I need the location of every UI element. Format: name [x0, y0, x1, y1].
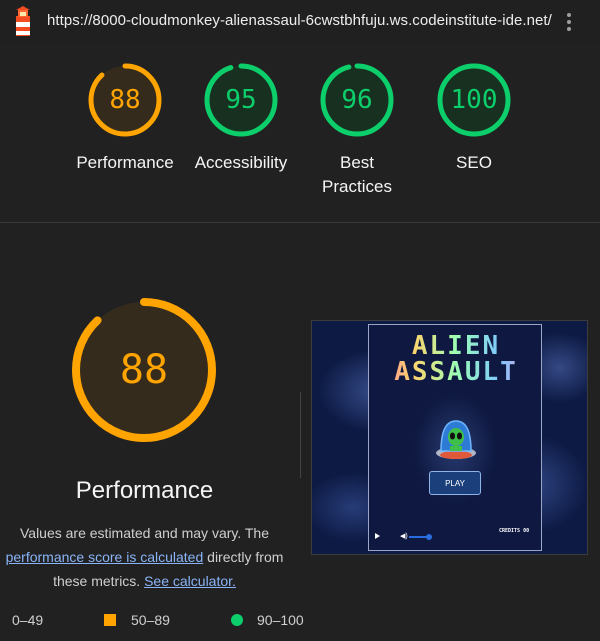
performance-description: Values are estimated and may vary. The p… — [5, 525, 284, 589]
top-bar: https://8000-cloudmonkey-alienassaul-6cw… — [0, 0, 600, 44]
game-title-line2: ASSAULT — [369, 359, 543, 386]
score-calculated-link[interactable]: performance score is calculated — [6, 549, 204, 565]
gauge-label: Best Practices — [322, 153, 392, 196]
final-screenshot[interactable]: ALIEN ASSAULT PLAY CREDITS 00 ◀) — [311, 320, 588, 555]
score-gauge: 96 — [320, 63, 394, 137]
legend-fail: 0–49 — [12, 612, 43, 628]
page-url[interactable]: https://8000-cloudmonkey-alienassaul-6cw… — [47, 12, 552, 29]
lighthouse-logo-icon — [16, 6, 30, 36]
gauge-label: Accessibility — [194, 153, 288, 172]
legend-average: 50–89 — [104, 612, 170, 628]
score-gauge: 95 — [204, 63, 278, 137]
category-title: Performance — [75, 477, 214, 504]
average-square-icon — [104, 614, 116, 626]
volume-slider-thumb[interactable] — [426, 534, 432, 540]
audio-play-icon[interactable] — [375, 533, 380, 539]
volume-icon[interactable]: ◀) — [400, 532, 408, 540]
alien-ufo-icon — [436, 420, 476, 459]
legend-pass: 90–100 — [231, 612, 304, 628]
gauge-label: SEO — [456, 153, 492, 172]
legend-pass-range: 90–100 — [257, 612, 304, 628]
game-frame: ALIEN ASSAULT PLAY CREDITS 00 ◀) — [368, 324, 542, 551]
score-gauge: 88 — [88, 63, 162, 137]
more-options-icon[interactable] — [564, 11, 574, 33]
gauge-accessibility[interactable]: 95 Accessibility — [186, 60, 296, 175]
legend-fail-range: 0–49 — [12, 612, 44, 628]
gauge-best-practices[interactable]: 96 Best Practices — [302, 60, 412, 199]
gauge-score: 100 — [451, 85, 498, 115]
score-gauge: 100 — [437, 63, 511, 137]
gauge-score: 88 — [120, 347, 168, 393]
gauge-score: 96 — [341, 85, 372, 115]
play-button[interactable]: PLAY — [429, 471, 481, 495]
gauge-seo[interactable]: 100 SEO — [419, 60, 529, 175]
section-divider — [0, 222, 600, 223]
game-title-line1: ALIEN — [369, 333, 543, 360]
score-legend: 0–49 50–89 90–100 — [0, 612, 600, 634]
gauge-label: Performance — [76, 153, 174, 172]
vertical-separator — [300, 392, 301, 478]
legend-average-range: 50–89 — [131, 612, 170, 628]
score-summary: 88 Performance 95 Accessibility 96 Best Pract… — [0, 60, 600, 220]
gauge-performance[interactable]: 88 Performance — [70, 60, 180, 175]
see-calculator-link[interactable]: See calculator. — [144, 573, 236, 589]
gauge-score: 95 — [225, 85, 256, 115]
performance-gauge-large: 88 — [72, 298, 216, 442]
pass-circle-icon — [231, 614, 243, 626]
credits-label: CREDITS 00 — [499, 528, 530, 534]
gauge-score: 88 — [109, 85, 140, 115]
